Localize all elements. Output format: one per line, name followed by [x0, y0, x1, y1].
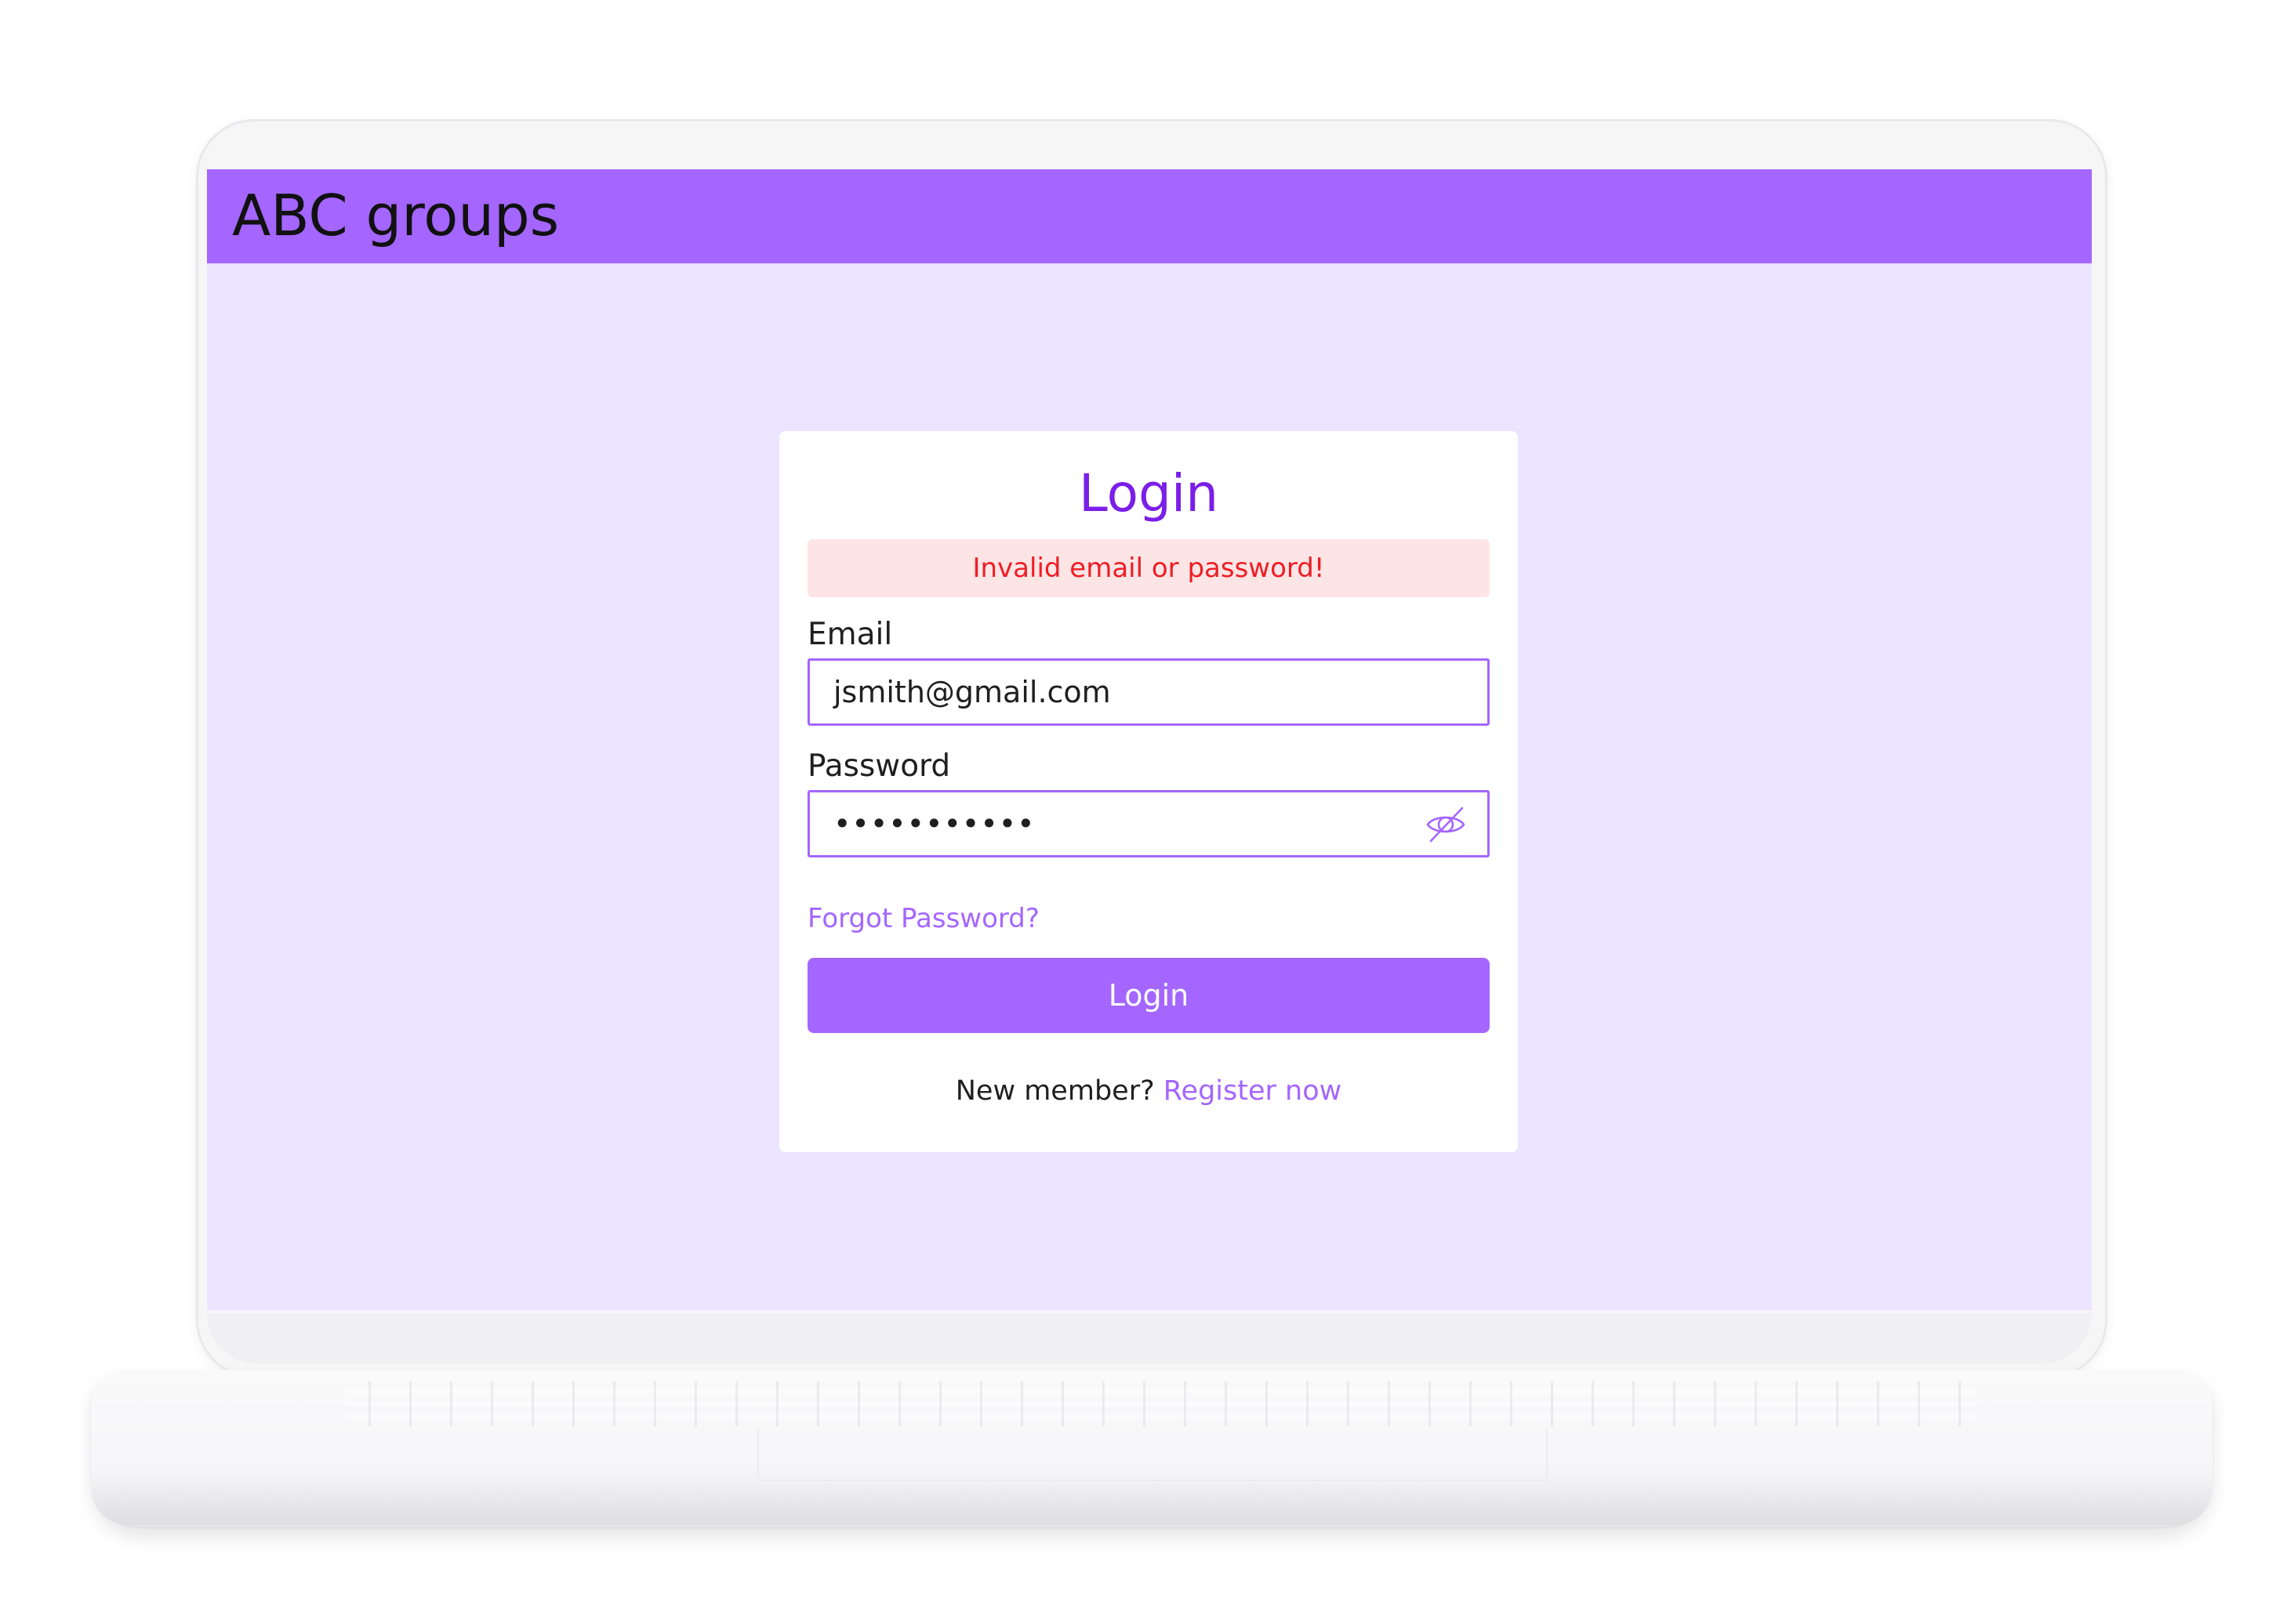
login-button[interactable]: Login	[808, 958, 1490, 1033]
error-message: Invalid email or password!	[972, 553, 1325, 584]
email-value: jsmith@gmail.com	[833, 675, 1111, 709]
app-header: ABC groups	[207, 169, 2092, 263]
app-screen: ABC groups Login Invalid email or passwo…	[207, 169, 2092, 1310]
email-label: Email	[808, 617, 893, 652]
laptop-keyboard	[345, 1381, 1976, 1426]
email-field[interactable]: jsmith@gmail.com	[808, 658, 1490, 726]
password-label: Password	[808, 749, 951, 784]
login-title: Login	[1078, 463, 1219, 524]
login-card: Login Invalid email or password! Email j…	[779, 431, 1518, 1152]
forgot-password-link[interactable]: Forgot Password?	[808, 901, 1040, 936]
register-prompt: New member?	[955, 1075, 1155, 1107]
register-link[interactable]: Register now	[1163, 1075, 1341, 1107]
laptop-base-edge	[91, 1488, 2212, 1525]
password-value: •••••••••••	[833, 807, 1036, 841]
app-title: ABC groups	[232, 183, 560, 248]
error-alert: Invalid email or password!	[808, 539, 1490, 597]
eye-slash-icon[interactable]	[1425, 803, 1467, 846]
laptop-trackpad	[757, 1428, 1548, 1481]
register-row: New member? Register now	[779, 1074, 1518, 1108]
password-field[interactable]: •••••••••••	[808, 790, 1490, 857]
laptop-chin	[207, 1314, 2092, 1364]
